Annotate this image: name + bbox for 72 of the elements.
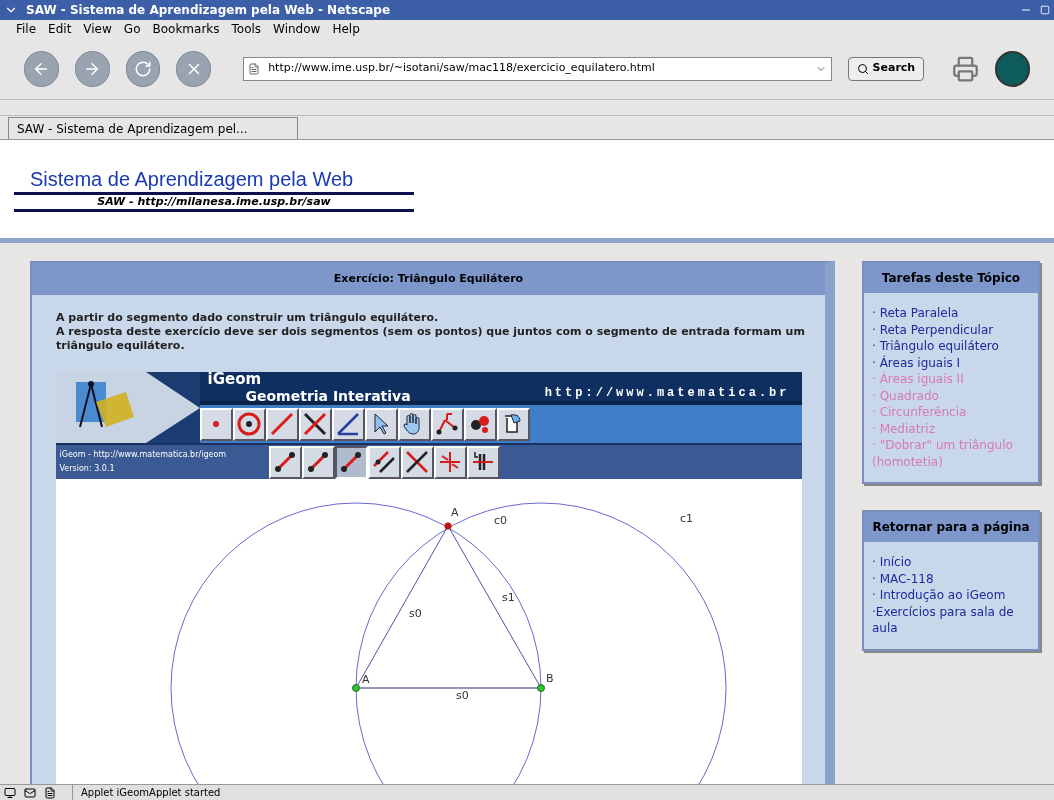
panel-title: Exercício: Triângulo Equilátero [32,263,825,295]
sidebar-link[interactable]: ·Exercícios para sala de aula [872,603,1030,637]
search-button[interactable]: Search [847,56,925,81]
line-icon [270,412,294,436]
applet-info-text: iGeom - http://www.matematica.br/igeom [59,449,228,461]
status-monitor-icon[interactable] [4,786,16,799]
sidebar-link[interactable]: · Início [872,554,1030,571]
sidebar-link[interactable]: · Áreas iguais I [872,354,1030,371]
window-title: SAW - Sistema de Aprendizagem pela Web - Netscape [26,2,392,19]
maximize-icon[interactable] [1040,5,1050,15]
object-label: c0 [493,514,507,527]
applet-url: http://www.matematica.br [544,385,790,402]
sidebar-link[interactable]: · Reta Perpendicular [872,321,1030,338]
menu-item[interactable]: Help [332,20,360,38]
object-label: s0 [455,689,469,702]
point-marker[interactable] [444,522,451,530]
perpendicular-lines-icon [405,450,429,474]
reload-icon [133,59,152,78]
menu-item[interactable]: Tools [231,20,262,38]
mail-icon[interactable] [24,786,36,799]
menu-item[interactable]: Window [273,20,321,38]
instruction-text: A partir do segmento dado construir um triângulo equilátero. [56,311,440,325]
segment-icon [306,450,330,474]
object-label: c1 [679,512,693,525]
parallel-lines-icon [372,450,396,474]
document-icon[interactable] [44,786,56,799]
object-label: s1 [501,591,515,604]
back-button[interactable] [24,50,59,87]
sidebar-link[interactable]: · Triângulo equilátero [872,338,1030,355]
menu-item[interactable]: Bookmarks [152,20,220,38]
sidebar-link[interactable]: · MAC-118 [872,570,1030,587]
object-label: A [361,673,370,686]
reload-button[interactable] [125,50,161,87]
measure-icon [435,412,459,436]
drawing-canvas[interactable]: A c0 c1 s0 s1 A B s0 [55,479,802,784]
search-icon [856,62,869,75]
sidebar-link[interactable]: · Reta Paralela [872,305,1030,322]
segment-icon [273,450,297,474]
cross-icon [303,412,327,436]
segment-icon [339,450,363,474]
reflection-icon [438,450,462,474]
sidebar-link[interactable]: · Introdução ao iGeom [872,587,1030,604]
point-marker[interactable] [536,684,545,692]
stop-button[interactable] [176,50,212,87]
site-subtitle: SAW - http://milanesa.ime.usp.br/saw [97,195,331,209]
applet-subtitle: Geometria Interativa [244,389,411,403]
browser-logo [995,50,1030,87]
page-icon [248,62,261,75]
tool-button[interactable] [334,445,368,479]
menu-item[interactable]: File [16,20,37,38]
circle-icon [237,412,261,436]
forward-button[interactable] [74,50,110,87]
instruction-text: A resposta deste exercício deve ser dois segmentos (sem os pontos) que juntos com o segmento de entrada formam um triângulo equilátero. [56,325,806,353]
menu-item[interactable]: Edit [48,20,72,38]
object-label: s0 [408,607,422,620]
angle-icon [336,412,360,436]
site-title: Sistema de Aprendizagem pela Web [29,167,354,192]
object-label: B [545,672,554,685]
object-label: A [450,506,459,519]
address-field[interactable]: http://www.ime.usp.br/~isotani/saw/mac118/exercicio_equilatero.html [243,56,832,81]
browser-tab[interactable]: SAW - Sistema de Aprendizagem pel... [8,117,298,139]
point-marker[interactable] [351,684,360,692]
panel-title: Tarefas deste Tópico [864,263,1038,293]
applet-name: iGeom [207,372,263,387]
status-message: Applet iGeomApplet started [72,785,221,800]
menu-item[interactable]: View [83,20,112,38]
point-icon [212,420,220,428]
menu-item[interactable]: Go [123,20,141,38]
panel-title: Retornar para a página [864,512,1038,542]
pointer-icon [371,412,391,436]
printer-icon[interactable] [952,54,980,83]
applet-version-text: Version: 3.0.1 [59,463,116,475]
